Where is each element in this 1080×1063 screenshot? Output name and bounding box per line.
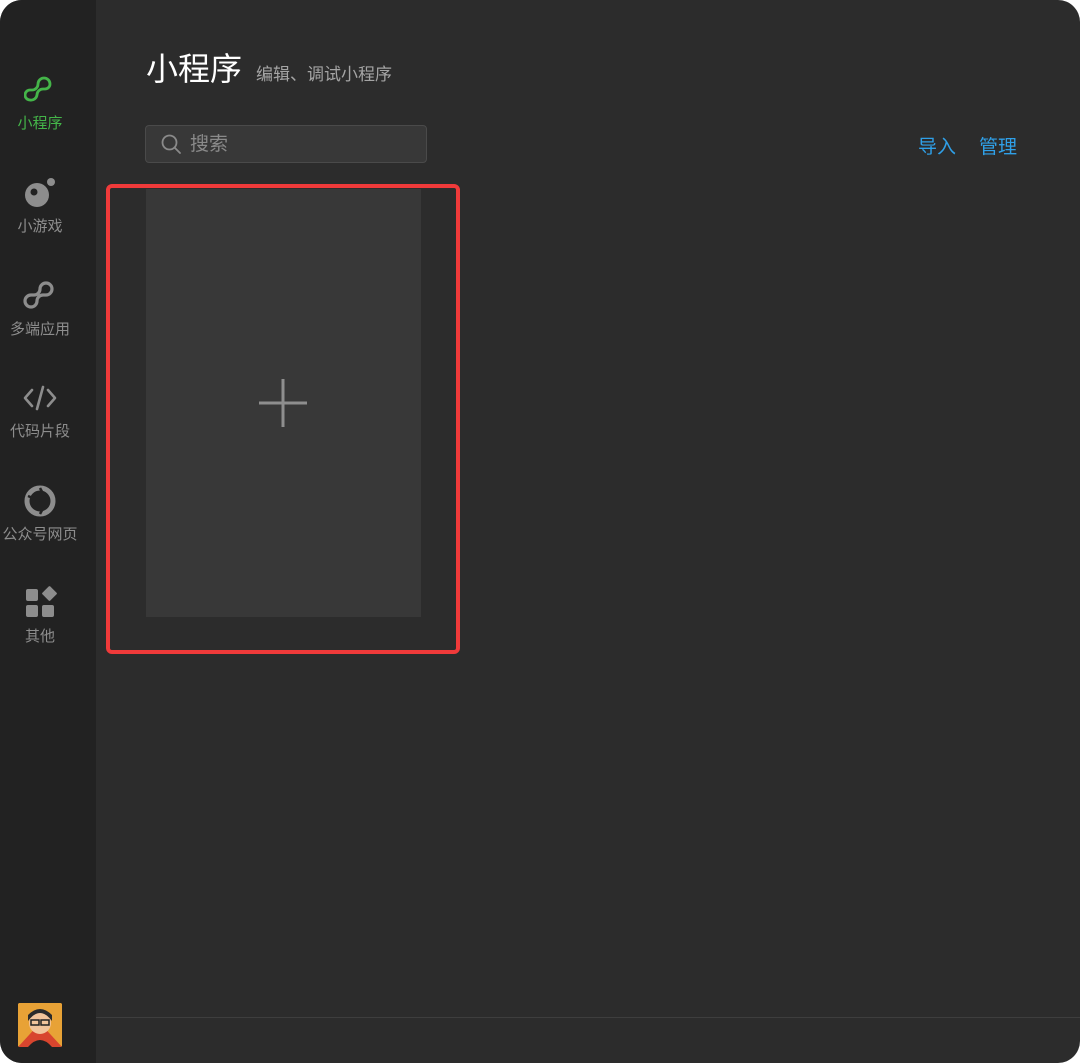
- page-subtitle: 编辑、调试小程序: [256, 65, 392, 85]
- app-window: 小程序 小游戏 多端应用 代码片段 公众号网页 其他 小程序 编辑、调试小程序 …: [0, 0, 1080, 1063]
- sidebar-item-label: 多端应用: [9, 320, 70, 338]
- sidebar-item-label: 小程序: [17, 114, 63, 132]
- sidebar-item-label: 代码片段: [9, 422, 70, 440]
- minigame-icon: [22, 175, 58, 211]
- user-avatar[interactable]: [18, 1003, 62, 1047]
- apps-grid-icon: [22, 585, 58, 621]
- official-account-icon: [22, 483, 58, 519]
- divider: [96, 1017, 1080, 1018]
- sidebar-item-label: 公众号网页: [2, 525, 78, 543]
- sidebar-item-label: 其他: [24, 627, 55, 645]
- sidebar-item-other[interactable]: 其他: [0, 585, 80, 665]
- import-button[interactable]: 导入: [918, 132, 956, 159]
- manage-button[interactable]: 管理: [979, 132, 1017, 159]
- sidebar-item-miniprogram[interactable]: 小程序: [0, 72, 80, 152]
- multiplatform-icon: [22, 278, 58, 314]
- page-title: 小程序: [146, 50, 243, 88]
- sidebar: 小程序 小游戏 多端应用 代码片段 公众号网页 其他: [0, 0, 96, 1063]
- search-box[interactable]: [145, 125, 427, 163]
- new-project-card[interactable]: [146, 189, 421, 617]
- miniprogram-icon: [22, 72, 58, 108]
- sidebar-item-multiplatform[interactable]: 多端应用: [0, 278, 80, 358]
- plus-icon: [259, 379, 307, 427]
- sidebar-item-code-snippets[interactable]: 代码片段: [0, 380, 80, 460]
- main-panel: 小程序 编辑、调试小程序 导入 管理: [96, 0, 1080, 1063]
- search-input[interactable]: [188, 132, 412, 156]
- sidebar-item-official-account[interactable]: 公众号网页: [0, 483, 80, 563]
- search-icon: [161, 134, 181, 154]
- code-icon: [22, 380, 58, 416]
- sidebar-item-minigame[interactable]: 小游戏: [0, 175, 80, 255]
- sidebar-item-label: 小游戏: [17, 217, 63, 235]
